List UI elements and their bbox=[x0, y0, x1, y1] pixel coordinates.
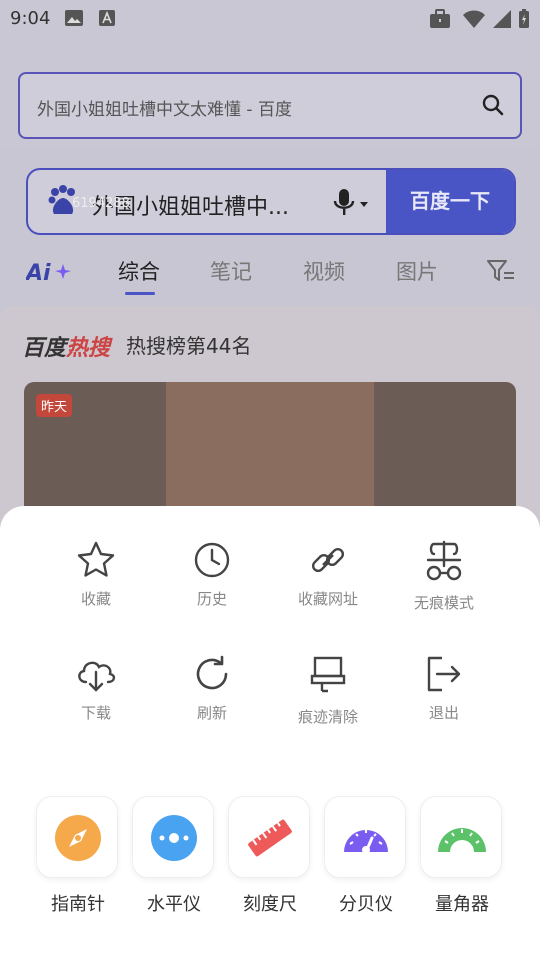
exit-icon bbox=[427, 656, 461, 692]
tool-icon-box bbox=[420, 796, 502, 878]
status-time: 9:04 bbox=[10, 8, 51, 29]
tool-compass[interactable]: 指南针 bbox=[36, 796, 120, 916]
menu-label: 退出 bbox=[428, 704, 459, 722]
status-bar: 9:04 bbox=[0, 0, 540, 36]
tool-decibel-meter[interactable]: 分贝仪 bbox=[324, 796, 408, 916]
microphone-icon[interactable] bbox=[333, 188, 369, 222]
hot-rank-text: 热搜榜第44名 bbox=[126, 334, 252, 358]
gallery-icon bbox=[64, 9, 84, 31]
address-bar[interactable]: 外国小姐姐吐槽中文太难懂 - 百度 bbox=[18, 72, 522, 139]
overlay-number: 6194288 bbox=[72, 196, 130, 211]
tool-label: 量角器 bbox=[435, 894, 489, 915]
briefcase-icon bbox=[428, 9, 452, 33]
wifi-icon bbox=[462, 9, 486, 33]
tab-notes[interactable]: 笔记 bbox=[210, 256, 252, 286]
search-button[interactable]: 百度一下 bbox=[386, 170, 514, 233]
search-box[interactable]: 外国小姐姐吐槽中... 6194288 百度一下 bbox=[26, 168, 516, 235]
menu-favorite[interactable]: 收藏 bbox=[41, 540, 151, 609]
ruler-icon bbox=[248, 819, 292, 857]
filter-icon[interactable] bbox=[486, 258, 516, 289]
menu-refresh[interactable]: 刷新 bbox=[157, 654, 267, 723]
menu-label: 下载 bbox=[80, 704, 111, 722]
tool-ruler[interactable]: 刻度尺 bbox=[228, 796, 312, 916]
cloud-download-icon bbox=[78, 661, 116, 692]
menu-label: 刷新 bbox=[196, 704, 227, 722]
menu-label: 收藏 bbox=[80, 590, 111, 608]
tab-general[interactable]: 综合 bbox=[118, 256, 160, 286]
date-badge: 昨天 bbox=[36, 394, 73, 417]
level-icon bbox=[151, 815, 197, 861]
incognito-icon bbox=[426, 540, 462, 581]
menu-incognito[interactable]: 无痕模式 bbox=[389, 540, 499, 613]
menu-label: 无痕模式 bbox=[413, 594, 474, 612]
star-icon bbox=[77, 541, 115, 577]
active-tab-indicator bbox=[125, 292, 155, 295]
battery-icon bbox=[518, 9, 530, 33]
tab-images[interactable]: 图片 bbox=[396, 256, 438, 286]
menu-download[interactable]: 下载 bbox=[41, 654, 151, 723]
compass-icon bbox=[55, 815, 101, 861]
protractor-icon bbox=[438, 828, 486, 852]
tool-icon-box bbox=[132, 796, 214, 878]
svg-text:Ai: Ai bbox=[26, 261, 51, 284]
address-text: 外国小姐姐吐槽中文太难懂 - 百度 bbox=[37, 100, 292, 120]
font-icon bbox=[98, 9, 116, 31]
menu-label: 历史 bbox=[196, 590, 227, 608]
tab-videos[interactable]: 视频 bbox=[303, 256, 345, 286]
menu-label: 痕迹清除 bbox=[297, 708, 358, 726]
tool-label: 指南针 bbox=[51, 894, 105, 915]
menu-exit[interactable]: 退出 bbox=[389, 654, 499, 723]
bottom-sheet-menu: 收藏 历史 收藏网址 无痕模式 下载 刷新 痕迹清除 退出 指南针 水平仪 刻度… bbox=[0, 506, 540, 960]
tool-icon-box bbox=[228, 796, 310, 878]
link-icon bbox=[311, 547, 345, 573]
refresh-icon bbox=[196, 655, 228, 690]
tool-label: 刻度尺 bbox=[243, 894, 297, 915]
tool-protractor[interactable]: 量角器 bbox=[420, 796, 504, 916]
ai-icon[interactable]: Ai bbox=[24, 258, 74, 289]
tool-label: 水平仪 bbox=[147, 894, 201, 915]
result-tabs: Ai 综合 笔记 视频 图片 bbox=[0, 256, 540, 296]
tool-label: 分贝仪 bbox=[339, 894, 393, 915]
clock-icon bbox=[194, 542, 230, 578]
menu-clear-traces[interactable]: 痕迹清除 bbox=[273, 654, 383, 727]
menu-label: 收藏网址 bbox=[297, 590, 358, 608]
decibel-meter-icon bbox=[344, 830, 388, 854]
tool-icon-box bbox=[36, 796, 118, 878]
signal-icon bbox=[492, 9, 512, 33]
eraser-icon bbox=[310, 656, 346, 693]
tool-level[interactable]: 水平仪 bbox=[132, 796, 216, 916]
search-icon[interactable] bbox=[482, 94, 504, 120]
toolbar-area: 外国小姐姐吐槽中文太难懂 - 百度 bbox=[0, 36, 540, 148]
menu-history[interactable]: 历史 bbox=[157, 540, 267, 609]
tool-icon-box bbox=[324, 796, 406, 878]
hot-search-logo: 百度热搜 bbox=[22, 336, 111, 361]
menu-bookmark-url[interactable]: 收藏网址 bbox=[273, 540, 383, 609]
